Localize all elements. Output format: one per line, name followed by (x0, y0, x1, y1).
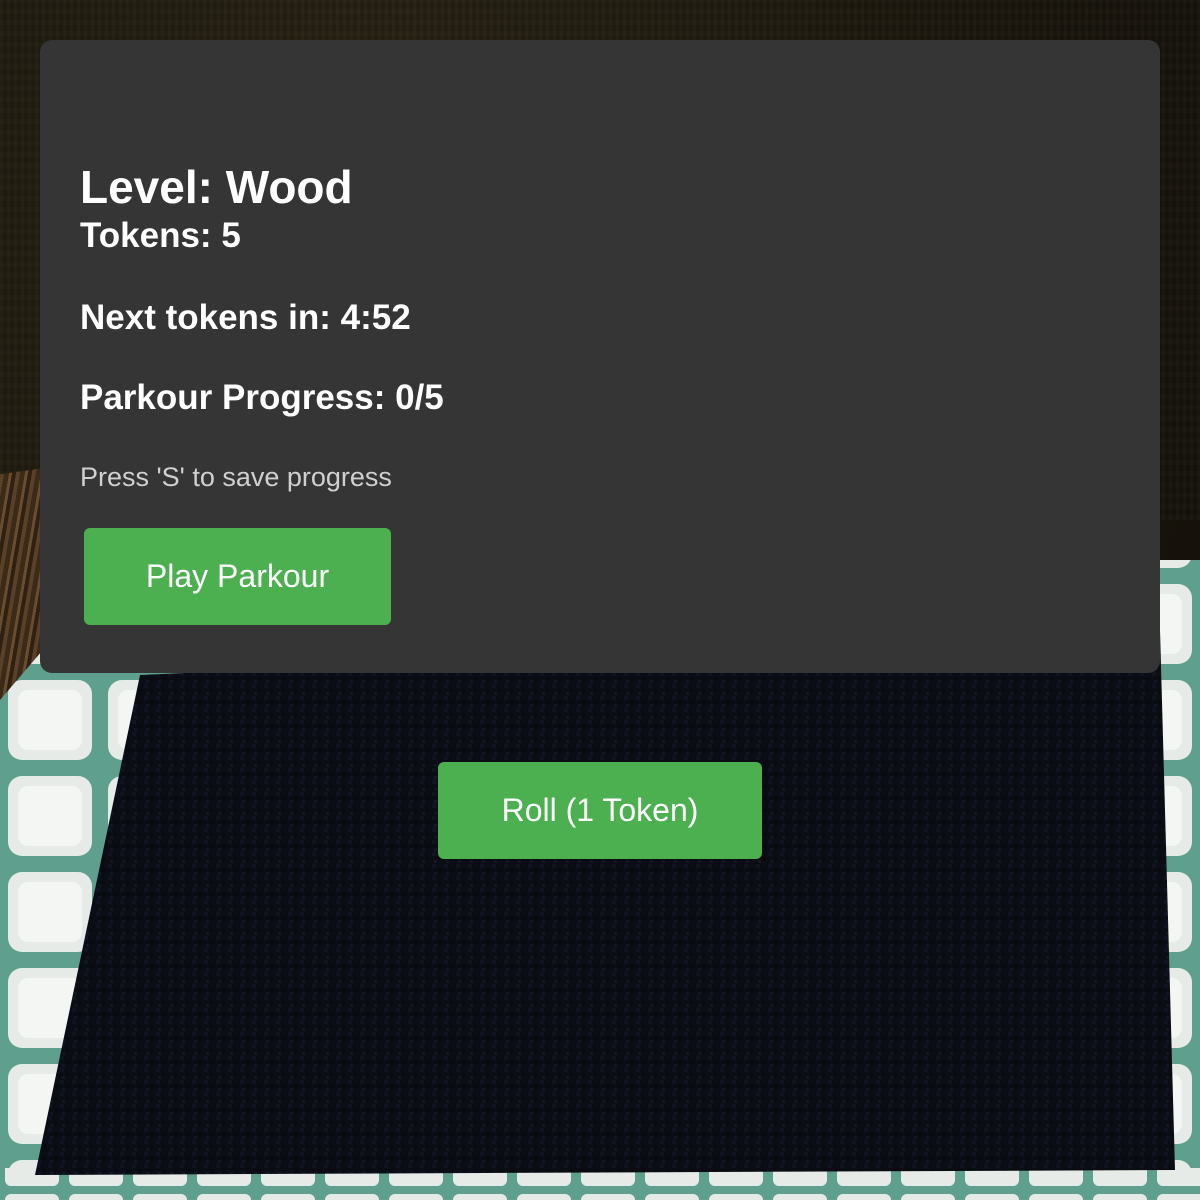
play-parkour-button[interactable]: Play Parkour (84, 528, 391, 625)
tokens-count: Tokens: 5 (80, 216, 241, 255)
save-hint: Press 'S' to save progress (80, 462, 392, 492)
roll-button[interactable]: Roll (1 Token) (438, 762, 762, 859)
hud-panel: Level: Wood Tokens: 5 Next tokens in: 4:… (40, 40, 1160, 673)
next-tokens-timer: Next tokens in: 4:52 (80, 298, 411, 337)
level-title: Level: Wood (80, 161, 353, 213)
parkour-progress: Parkour Progress: 0/5 (80, 378, 444, 417)
